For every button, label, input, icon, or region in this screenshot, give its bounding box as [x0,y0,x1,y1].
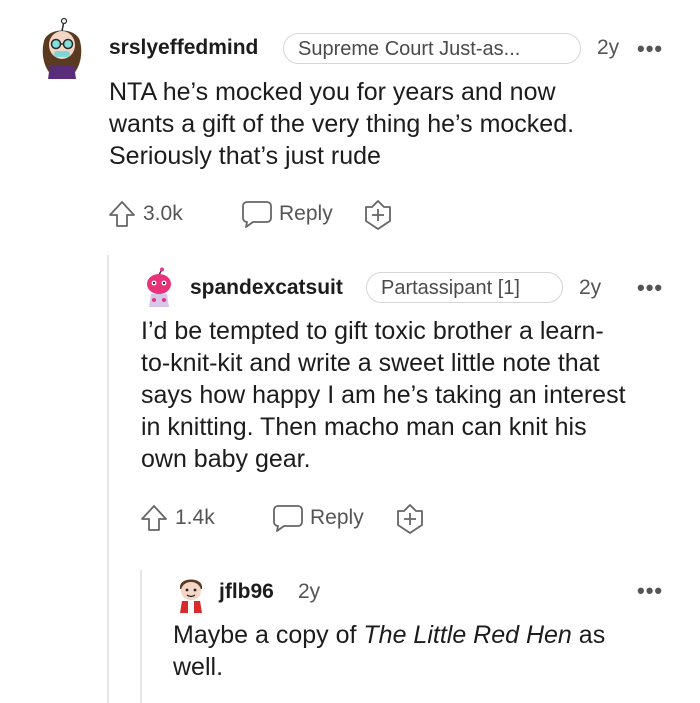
reply-button[interactable]: Reply [241,199,333,229]
award-button[interactable] [362,199,394,231]
upvote-arrow-icon [139,503,169,533]
more-options-icon[interactable]: ••• [637,277,663,299]
comment-body-line: Seriously that’s just rude [109,142,381,170]
comment-body-line: own baby gear. [141,445,311,473]
comment-username[interactable]: spandexcatsuit [190,276,343,300]
award-plus-icon [394,503,426,535]
avatar[interactable] [142,267,176,309]
reply-label: Reply [279,202,333,225]
reply-button[interactable]: Reply [272,503,364,533]
speech-bubble-icon [272,503,304,533]
thread-line-level-1[interactable] [107,255,109,703]
comment-body: I’d be tempted to gift toxic brother a l… [141,315,691,475]
user-flair: Supreme Court Just-as... [283,33,581,64]
avatar[interactable] [174,573,208,613]
comment-username[interactable]: srslyeffedmind [109,36,258,60]
award-plus-icon [362,199,394,231]
upvote-arrow-icon [107,199,137,229]
upvote-button[interactable]: 1.4k [139,503,215,533]
thread-line-level-2[interactable] [140,570,142,703]
avatar[interactable] [36,17,88,79]
comment-body-line: to-knit-kit and write a sweet little not… [141,349,600,377]
reply-label: Reply [310,506,364,529]
comment-age: 2y [597,36,620,59]
comment-age: 2y [579,276,602,299]
comment-username[interactable]: jflb96 [219,580,274,604]
comment-body-line: wants a gift of the very thing he’s mock… [109,110,575,138]
comment-age: 2y [298,580,321,603]
comment-body-line: in knitting. Then macho man can knit his [141,413,587,441]
comment-body-line: Maybe a copy of The Little Red Hen as [173,619,693,651]
speech-bubble-icon [241,199,273,229]
comment-body-line: NTA he’s mocked you for years and now [109,78,556,106]
comment-body-text: as [571,621,606,649]
vote-count: 3.0k [143,202,183,225]
comment-body-line: says how happy I am he’s taking an inter… [141,381,626,409]
upvote-button[interactable]: 3.0k [107,199,183,229]
award-button[interactable] [394,503,426,535]
book-title: The Little Red Hen [363,621,572,649]
comment-body-line: well. [173,653,224,681]
comment-body: NTA he’s mocked you for years and now wa… [109,76,689,172]
more-options-icon[interactable]: ••• [637,38,663,60]
comment-body-text: Maybe a copy of [173,621,364,649]
user-flair: Partassipant [1] [366,272,563,303]
vote-count: 1.4k [175,506,215,529]
comment-body-line: I’d be tempted to gift toxic brother a l… [141,317,604,345]
more-options-icon[interactable]: ••• [637,580,663,602]
comment-body: Maybe a copy of The Little Red Hen as we… [173,619,693,683]
